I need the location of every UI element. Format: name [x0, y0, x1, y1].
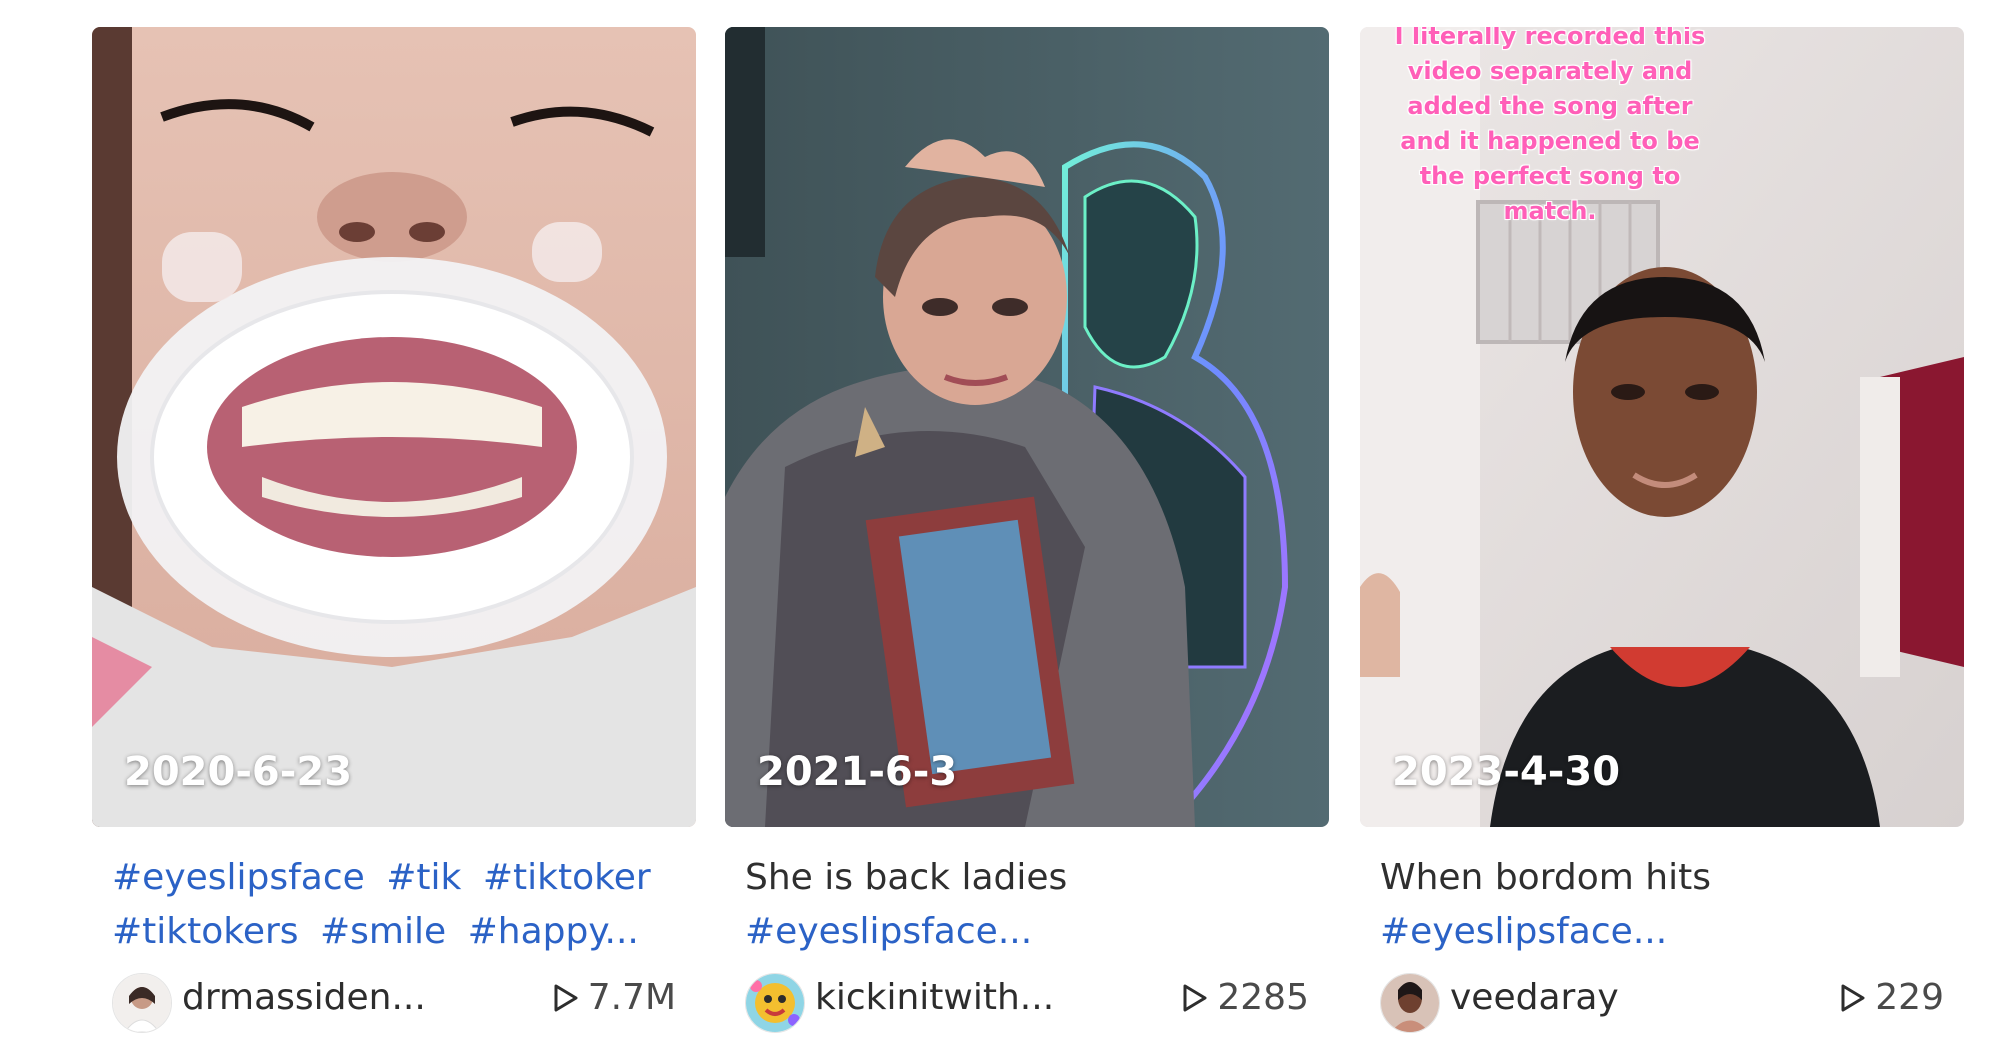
avatar-image [1381, 974, 1439, 1032]
overlay-caption: I literally recorded this video separate… [1394, 27, 1706, 225]
play-outline-icon [554, 984, 578, 1012]
video-thumbnail[interactable]: I literally recorded this video separate… [1360, 27, 1964, 827]
thumbnail-image [92, 27, 696, 827]
play-count: 2285 [1181, 977, 1309, 1018]
ellipsis: ... [604, 911, 639, 952]
play-count: 7.7M [552, 977, 676, 1018]
author-name[interactable]: drmassiden... [182, 977, 426, 1018]
hashtag-link[interactable]: #tiktoker [483, 857, 651, 898]
video-date: 2020-6-23 [124, 749, 353, 795]
play-count-value: 229 [1875, 977, 1944, 1018]
video-card[interactable]: 2021-6-3 She is back ladies #eyeslipsfac… [725, 27, 1329, 1035]
video-card[interactable]: I literally recorded this video separate… [1360, 27, 1964, 1035]
description-text: She is back ladies [745, 857, 1068, 898]
hashtag-link[interactable]: #smile [320, 911, 446, 952]
video-thumbnail[interactable]: 2020-6-23 [92, 27, 696, 827]
play-count: 229 [1839, 977, 1944, 1018]
ellipsis: ... [997, 911, 1033, 952]
avatar[interactable] [112, 973, 172, 1033]
author-name[interactable]: veedaray [1450, 977, 1619, 1018]
hashtag-link[interactable]: #tiktokers [112, 911, 299, 952]
play-count-value: 7.7M [587, 977, 676, 1018]
video-description: She is back ladies #eyeslipsface... [745, 851, 1309, 959]
video-meta: drmassiden... 7.7M [112, 971, 676, 1035]
play-outline-icon [1841, 984, 1865, 1012]
video-card[interactable]: 2020-6-23 #eyeslipsface #tik #tiktoker #… [92, 27, 696, 1035]
video-grid: 2020-6-23 #eyeslipsface #tik #tiktoker #… [92, 27, 1972, 1033]
hashtag-link[interactable]: #eyeslipsface [745, 911, 998, 952]
ellipsis: ... [1632, 911, 1668, 952]
hashtag-link[interactable]: #happy [468, 911, 605, 952]
video-description: When bordom hits #eyeslipsface... [1380, 851, 1944, 959]
thumbnail-image [725, 27, 1329, 827]
avatar-image [113, 974, 171, 1032]
play-outline-icon [1183, 984, 1207, 1012]
hashtag-link[interactable]: #eyeslipsface [112, 857, 365, 898]
play-count-value: 2285 [1217, 977, 1309, 1018]
hashtag-link[interactable]: #tik [386, 857, 461, 898]
video-date: 2023-4-30 [1392, 749, 1621, 795]
hashtag-link[interactable]: #eyeslipsface [1380, 911, 1633, 952]
avatar[interactable] [1380, 973, 1440, 1033]
video-thumbnail[interactable]: 2021-6-3 [725, 27, 1329, 827]
avatar-image [746, 974, 804, 1032]
avatar[interactable] [745, 973, 805, 1033]
video-meta: kickinitwith... 2285 [745, 971, 1309, 1035]
description-text: When bordom hits [1380, 857, 1711, 898]
video-meta: veedaray 229 [1380, 971, 1944, 1035]
video-description: #eyeslipsface #tik #tiktoker #tiktokers … [112, 851, 676, 959]
video-date: 2021-6-3 [757, 749, 958, 795]
author-name[interactable]: kickinitwith... [815, 977, 1054, 1018]
